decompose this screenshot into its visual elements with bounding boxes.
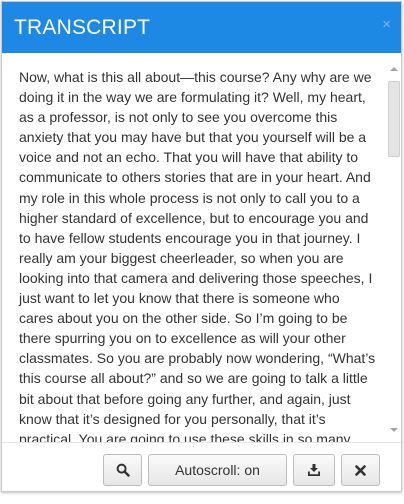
scroll-up-arrow-icon[interactable] bbox=[390, 67, 398, 71]
transcript-scrollbar[interactable] bbox=[386, 61, 401, 437]
scroll-thumb[interactable] bbox=[388, 81, 400, 157]
search-button[interactable] bbox=[103, 454, 142, 486]
autoscroll-toggle-button[interactable]: Autoscroll: on bbox=[148, 454, 287, 486]
autoscroll-label: Autoscroll: on bbox=[175, 462, 260, 478]
footer-divider bbox=[2, 442, 401, 443]
close-transcript-button[interactable] bbox=[341, 454, 380, 486]
download-icon bbox=[308, 464, 320, 476]
transcript-dialog: TRANSCRIPT × Now, what is this all about… bbox=[1, 1, 402, 492]
dialog-title: TRANSCRIPT bbox=[14, 16, 151, 39]
scroll-down-arrow-icon[interactable] bbox=[390, 428, 398, 432]
close-x-icon bbox=[355, 464, 366, 476]
dialog-header: TRANSCRIPT × bbox=[2, 2, 401, 53]
search-icon bbox=[116, 463, 130, 477]
download-button[interactable] bbox=[293, 454, 335, 486]
transcript-text: Now, what is this all about—this course?… bbox=[19, 69, 376, 442]
transcript-panel[interactable]: Now, what is this all about—this course?… bbox=[12, 53, 402, 442]
close-icon[interactable]: × bbox=[382, 17, 391, 33]
